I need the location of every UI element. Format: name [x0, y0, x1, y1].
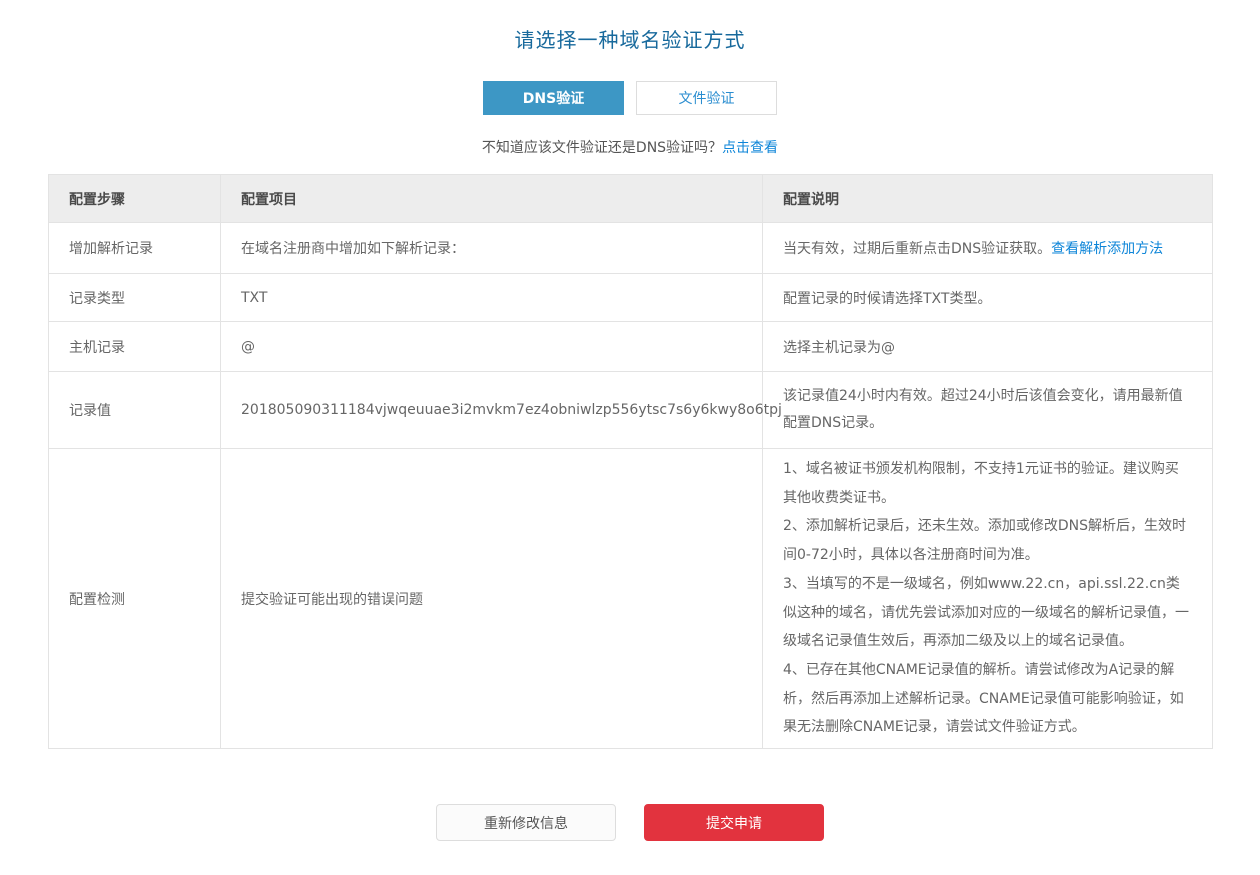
cell-desc-host-record: 选择主机记录为@ [763, 322, 1213, 372]
submit-application-button[interactable]: 提交申请 [644, 804, 824, 841]
action-buttons: 重新修改信息 提交申请 [0, 804, 1260, 875]
cell-desc-record-type: 配置记录的时候请选择TXT类型。 [763, 274, 1213, 322]
column-header-config-step: 配置步骤 [49, 175, 221, 223]
cell-step-record-value: 记录值 [49, 372, 221, 449]
table-row-add-dns-record: 增加解析记录 在域名注册商中增加如下解析记录： 当天有效，过期后重新点击DNS验… [49, 223, 1213, 274]
verification-help-line: 不知道应该文件验证还是DNS验证吗？点击查看 [0, 137, 1260, 157]
view-dns-add-method-link[interactable]: 查看解析添加方法 [1051, 241, 1163, 257]
cell-item-add-record: 在域名注册商中增加如下解析记录： [221, 223, 763, 274]
table-row-record-value: 记录值 201805090311184vjwqeuuae3i2mvkm7ez4o… [49, 372, 1213, 449]
table-row-host-record: 主机记录 @ 选择主机记录为@ [49, 322, 1213, 372]
cell-step-record-type: 记录类型 [49, 274, 221, 322]
desc-add-record-text: 当天有效，过期后重新点击DNS验证获取。 [783, 241, 1051, 257]
page-title: 请选择一种域名验证方式 [0, 24, 1260, 53]
column-header-config-item: 配置项目 [221, 175, 763, 223]
cell-desc-record-value: 该记录值24小时内有效。超过24小时后该值会变化，请用最新值配置DNS记录。 [763, 372, 1213, 449]
dns-config-table: 配置步骤 配置项目 配置说明 增加解析记录 在域名注册商中增加如下解析记录： 当… [48, 174, 1213, 749]
cell-item-host-record: @ [221, 322, 763, 372]
cell-step-host-record: 主机记录 [49, 322, 221, 372]
tab-file-verification[interactable]: 文件验证 [636, 81, 777, 115]
table-row-config-check: 配置检测 提交验证可能出现的错误问题 1、域名被证书颁发机构限制，不支持1元证书… [49, 449, 1213, 749]
domain-verification-page: 请选择一种域名验证方式 DNS验证 文件验证 不知道应该文件验证还是DNS验证吗… [0, 0, 1260, 875]
cell-item-record-type: TXT [221, 274, 763, 322]
cell-desc-config-check: 1、域名被证书颁发机构限制，不支持1元证书的验证。建议购买其他收费类证书。 2、… [763, 449, 1213, 749]
help-view-link[interactable]: 点击查看 [722, 140, 778, 156]
tab-dns-verification[interactable]: DNS验证 [483, 81, 624, 115]
cell-step-config-check: 配置检测 [49, 449, 221, 749]
cell-item-config-check: 提交验证可能出现的错误问题 [221, 449, 763, 749]
table-row-record-type: 记录类型 TXT 配置记录的时候请选择TXT类型。 [49, 274, 1213, 322]
column-header-config-desc: 配置说明 [763, 175, 1213, 223]
config-check-note-3: 3、当填写的不是一级域名，例如www.22.cn，api.ssl.22.cn类似… [783, 570, 1192, 656]
cell-step-add-record: 增加解析记录 [49, 223, 221, 274]
modify-info-button[interactable]: 重新修改信息 [436, 804, 616, 841]
cell-item-record-value: 201805090311184vjwqeuuae3i2mvkm7ez4obniw… [221, 372, 763, 449]
config-check-note-4: 4、已存在其他CNAME记录值的解析。请尝试修改为A记录的解析，然后再添加上述解… [783, 656, 1192, 742]
config-check-note-1: 1、域名被证书颁发机构限制，不支持1元证书的验证。建议购买其他收费类证书。 [783, 455, 1192, 512]
help-question-text: 不知道应该文件验证还是DNS验证吗？ [482, 140, 722, 156]
cell-desc-add-record: 当天有效，过期后重新点击DNS验证获取。查看解析添加方法 [763, 223, 1213, 274]
verification-method-tabs: DNS验证 文件验证 [0, 81, 1260, 115]
config-check-note-2: 2、添加解析记录后，还未生效。添加或修改DNS解析后，生效时间0-72小时，具体… [783, 512, 1192, 569]
table-header-row: 配置步骤 配置项目 配置说明 [49, 175, 1213, 223]
